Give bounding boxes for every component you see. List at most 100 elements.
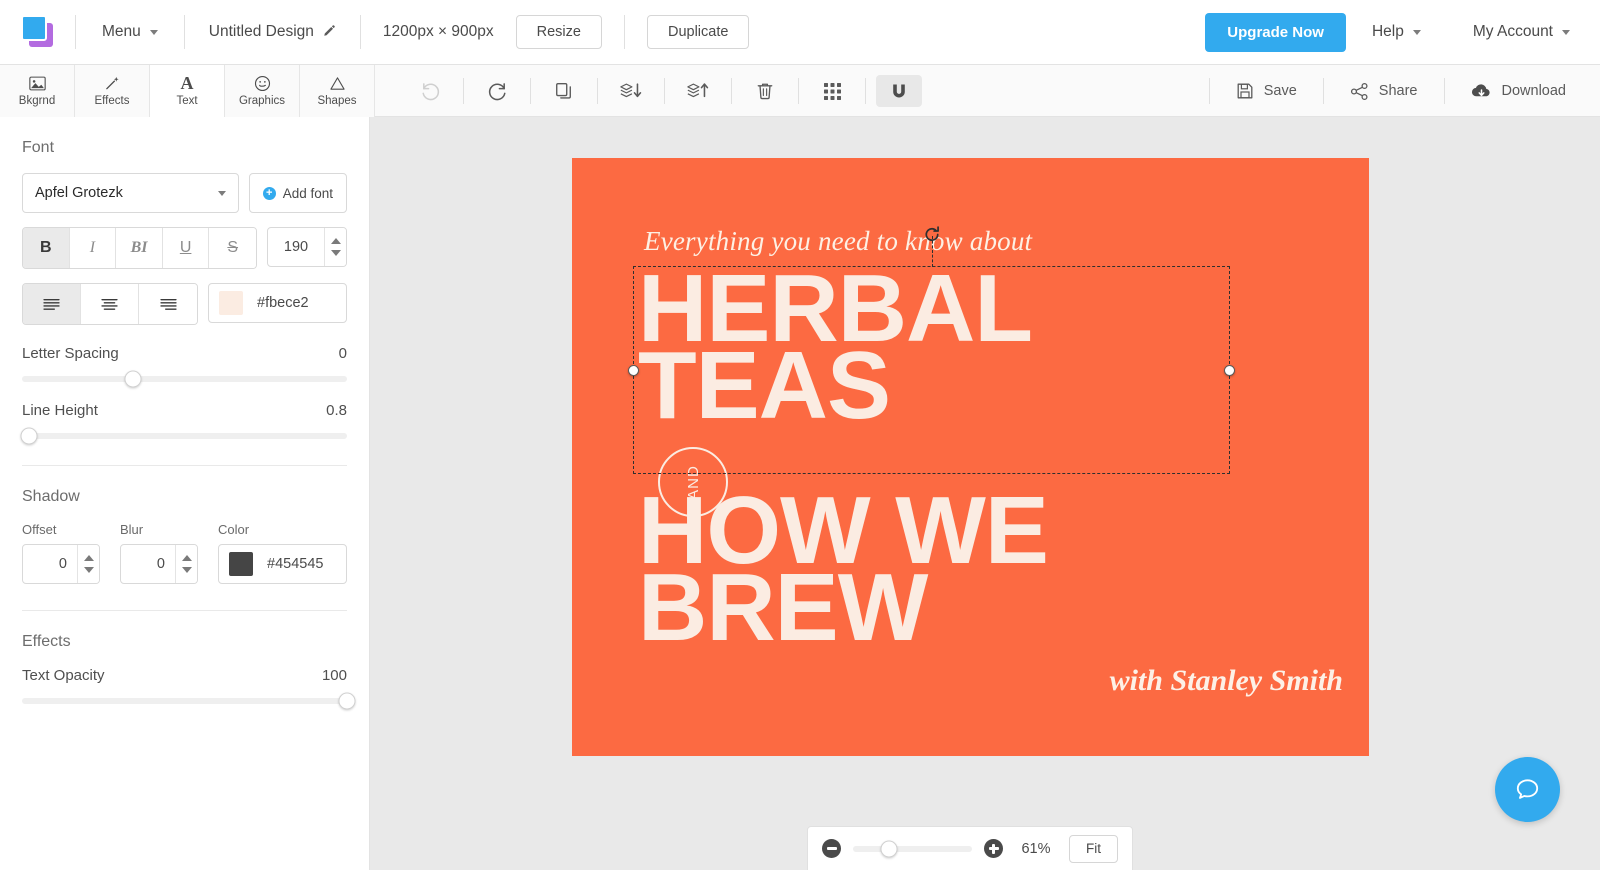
chat-bubble-icon: [1516, 779, 1539, 799]
design-headline-top[interactable]: HERBAL TEAS: [638, 261, 1278, 434]
align-left-icon: [43, 298, 60, 310]
strikethrough-button[interactable]: S: [209, 228, 256, 268]
image-icon: [28, 75, 46, 92]
chevron-down-icon: [1412, 29, 1421, 35]
help-menu[interactable]: Help: [1346, 0, 1447, 65]
duplicate-button[interactable]: Duplicate: [646, 15, 750, 49]
snap-magnet-button[interactable]: [876, 75, 922, 107]
duplicate-layer-button[interactable]: [541, 75, 587, 107]
font-size-arrows[interactable]: [324, 228, 346, 266]
document-title-label: Untitled Design: [208, 23, 314, 40]
zoom-in-button[interactable]: [984, 839, 1003, 858]
artboard[interactable]: Everything you need to know about HERBAL…: [572, 158, 1369, 756]
line-height-value: 0.8: [326, 402, 347, 419]
undo-button[interactable]: [407, 75, 453, 107]
arrow-up-icon[interactable]: [83, 555, 94, 561]
redo-button[interactable]: [474, 75, 520, 107]
text-opacity-track[interactable]: [22, 692, 356, 710]
shadow-color-hex: #454545: [267, 556, 324, 572]
delete-button[interactable]: [742, 75, 788, 107]
document-title[interactable]: Untitled Design: [185, 23, 360, 41]
tool-tab-label: Text: [176, 95, 198, 107]
zoom-slider-track[interactable]: [853, 840, 972, 857]
bring-forward-button[interactable]: [675, 75, 721, 107]
shadow-blur-arrows[interactable]: [175, 545, 197, 583]
line-height-knob[interactable]: [20, 427, 37, 445]
resize-button[interactable]: Resize: [515, 15, 602, 49]
shadow-offset-stepper[interactable]: 0: [22, 544, 100, 584]
text-opacity-knob[interactable]: [338, 692, 356, 710]
bold-button[interactable]: B: [23, 228, 70, 268]
zoom-fit-button[interactable]: Fit: [1069, 834, 1118, 863]
pencil-icon[interactable]: [322, 24, 336, 41]
tool-tab-text[interactable]: A Text: [150, 65, 225, 117]
divider: [530, 78, 531, 104]
save-label: Save: [1263, 83, 1297, 99]
send-backward-button[interactable]: [608, 75, 654, 107]
tool-tab-graphics[interactable]: Graphics: [225, 65, 300, 117]
letter-spacing-track[interactable]: [22, 370, 347, 388]
font-family-select[interactable]: Apfel Grotezk: [22, 173, 239, 213]
align-right-button[interactable]: [139, 284, 197, 324]
arrow-down-icon[interactable]: [181, 567, 192, 573]
tool-tab-effects[interactable]: Effects: [75, 65, 150, 117]
bold-italic-button[interactable]: BI: [116, 228, 163, 268]
canvas-area[interactable]: Everything you need to know about HERBAL…: [370, 117, 1600, 870]
arrow-up-icon[interactable]: [330, 238, 341, 244]
line-height-control: Line Height 0.8: [20, 402, 347, 445]
letter-spacing-knob[interactable]: [124, 370, 141, 388]
upgrade-now-button[interactable]: Upgrade Now: [1205, 12, 1346, 52]
italic-button[interactable]: I: [69, 228, 117, 268]
underline-button[interactable]: U: [162, 228, 210, 268]
font-style-row: B I BI U S 190: [22, 227, 347, 269]
logo-square-blue: [20, 15, 47, 41]
chevron-down-icon: [149, 29, 158, 35]
text-color-picker[interactable]: #fbece2: [208, 283, 347, 323]
arrow-down-icon[interactable]: [83, 567, 94, 573]
download-label: Download: [1501, 83, 1567, 99]
add-font-button[interactable]: + Add font: [248, 173, 347, 213]
divider: [623, 15, 625, 49]
letter-spacing-control: Letter Spacing 0: [22, 345, 347, 388]
divider: [597, 78, 598, 104]
zoom-slider-knob[interactable]: [880, 840, 898, 857]
my-account-menu[interactable]: My Account: [1447, 0, 1600, 65]
divider: [731, 78, 732, 104]
shadow-offset-arrows[interactable]: [77, 545, 99, 583]
toolbar-right-actions: Save Share Download: [1208, 65, 1600, 117]
line-height-label: Line Height: [22, 402, 98, 419]
letter-a-icon: A: [180, 73, 194, 93]
help-menu-label: Help: [1371, 23, 1404, 40]
grid-button[interactable]: [809, 75, 855, 107]
shadow-blur-stepper[interactable]: 0: [120, 544, 198, 584]
zoom-bar: 61% Fit: [807, 826, 1133, 870]
zoom-out-button[interactable]: [822, 839, 841, 858]
design-subtitle[interactable]: Everything you need to know about: [644, 226, 1032, 257]
line-height-header: Line Height 0.8: [22, 402, 347, 419]
tool-tab-bkgrnd[interactable]: Bkgrnd: [0, 65, 75, 117]
download-button[interactable]: Download: [1445, 65, 1600, 117]
text-opacity-label: Text Opacity: [22, 667, 105, 684]
design-headline-bottom[interactable]: HOW WE BREW: [638, 483, 1338, 656]
my-account-label: My Account: [1472, 23, 1553, 40]
share-button[interactable]: Share: [1324, 65, 1444, 117]
tool-tab-shapes[interactable]: Shapes: [300, 65, 375, 117]
align-center-button[interactable]: [81, 284, 139, 324]
zoom-percent-label: 61%: [1021, 840, 1051, 857]
menu-button[interactable]: Menu: [76, 0, 184, 65]
help-chat-button[interactable]: [1495, 757, 1560, 822]
design-signature[interactable]: with Stanley Smith: [1110, 664, 1343, 698]
shadow-offset-label: Offset: [22, 522, 57, 537]
triangle-icon: [329, 75, 346, 92]
save-button[interactable]: Save: [1210, 65, 1323, 117]
line-height-track[interactable]: [20, 427, 347, 445]
arrow-down-icon[interactable]: [330, 250, 341, 256]
shadow-color-picker[interactable]: #454545: [218, 544, 347, 584]
font-size-stepper[interactable]: 190: [267, 227, 347, 267]
align-left-button[interactable]: [23, 284, 81, 324]
canvas-dimensions: 1200px × 900px: [382, 23, 494, 40]
alignment-color-row: #fbece2: [22, 283, 347, 325]
effects-section-title: Effects: [22, 633, 71, 650]
arrow-up-icon[interactable]: [181, 555, 192, 561]
app-logo[interactable]: [0, 15, 75, 49]
